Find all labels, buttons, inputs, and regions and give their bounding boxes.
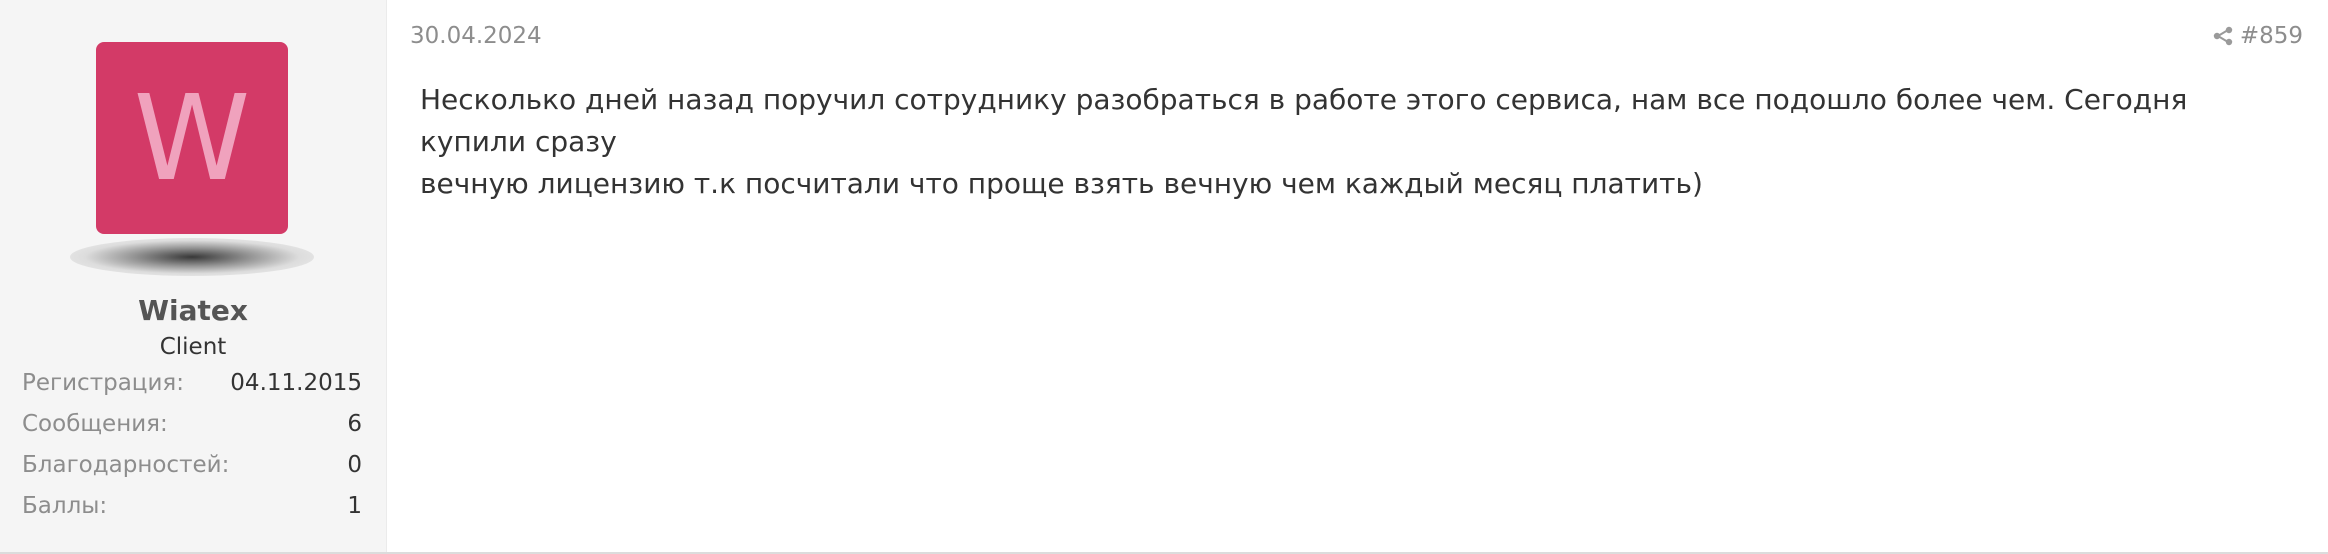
points-label: Баллы: — [22, 493, 108, 519]
share-icon-graphic — [2213, 26, 2233, 46]
user-role: Client — [159, 334, 227, 360]
messages-label: Сообщения: — [22, 411, 168, 437]
messages-row: Сообщения: 6 — [22, 407, 362, 448]
post-content: 30.04.2024 #859 Несколько дней назад пор… — [386, 0, 2328, 552]
user-info-panel: W Wiatex Client Регистрация: 04.11.2015 … — [0, 0, 387, 552]
username[interactable]: Wiatex — [0, 294, 386, 328]
points-row: Баллы: 1 — [22, 489, 362, 530]
thanks-row: Благодарностей: 0 — [22, 448, 362, 489]
forum-post: W Wiatex Client Регистрация: 04.11.2015 … — [0, 0, 2328, 554]
registration-value: 04.11.2015 — [230, 370, 362, 396]
avatar-shadow — [70, 238, 314, 276]
user-stats: Регистрация: 04.11.2015 Сообщения: 6 Бла… — [22, 366, 362, 530]
points-value: 1 — [347, 493, 362, 519]
post-message: Несколько дней назад поручил сотруднику … — [420, 83, 2188, 200]
registration-label: Регистрация: — [22, 370, 184, 396]
messages-value: 6 — [347, 411, 362, 437]
thanks-value: 0 — [347, 452, 362, 478]
share-icon[interactable] — [2212, 25, 2234, 47]
post-date[interactable]: 30.04.2024 — [410, 20, 542, 52]
thanks-label: Благодарностей: — [22, 452, 230, 478]
post-number-link[interactable]: #859 — [2240, 20, 2303, 52]
registration-row: Регистрация: 04.11.2015 — [22, 366, 362, 407]
user-avatar[interactable]: W — [96, 42, 288, 234]
